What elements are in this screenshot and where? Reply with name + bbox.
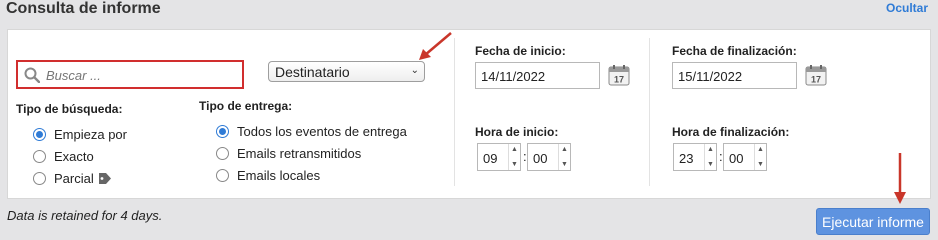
chevron-down-icon: ⌄ xyxy=(410,65,419,76)
search-type-option-starts-with[interactable]: Empieza por xyxy=(33,127,127,142)
recipient-select[interactable]: Destinatario ⌄ xyxy=(268,61,425,82)
search-icon xyxy=(24,67,40,83)
search-type-option-exact[interactable]: Exacto xyxy=(33,149,94,164)
search-field[interactable] xyxy=(16,60,244,89)
start-minute-stepper[interactable]: 00 ▲ ▼ xyxy=(527,143,571,171)
recipient-select-value: Destinatario xyxy=(275,64,350,80)
start-date-input[interactable]: 14/11/2022 xyxy=(475,62,600,89)
radio-button[interactable] xyxy=(33,128,46,141)
radio-button[interactable] xyxy=(216,147,229,160)
calendar-icon[interactable]: 17 xyxy=(608,64,630,86)
search-type-label: Tipo de búsqueda: xyxy=(16,102,123,116)
calendar-day: 17 xyxy=(614,75,624,85)
radio-label: Emails locales xyxy=(237,168,321,183)
search-type-option-partial[interactable]: Parcial xyxy=(33,171,112,186)
radio-label: Todos los eventos de entrega xyxy=(237,124,407,139)
delivery-type-option-all[interactable]: Todos los eventos de entrega xyxy=(216,124,407,139)
chevron-down-icon[interactable]: ▼ xyxy=(757,161,764,168)
radio-label: Parcial xyxy=(54,171,94,186)
chevron-up-icon[interactable]: ▲ xyxy=(511,146,518,153)
radio-button[interactable] xyxy=(33,150,46,163)
spinner[interactable]: ▲ ▼ xyxy=(558,144,570,170)
calendar-icon[interactable]: 17 xyxy=(805,64,827,86)
radio-label: Emails retransmitidos xyxy=(237,146,362,161)
annotation-arrow-icon xyxy=(419,32,452,60)
radio-button[interactable] xyxy=(216,125,229,138)
radio-button[interactable] xyxy=(33,172,46,185)
page-title: Consulta de informe xyxy=(6,0,161,17)
start-time-label: Hora de inicio: xyxy=(475,125,559,139)
radio-label: Empieza por xyxy=(54,127,127,142)
chevron-up-icon[interactable]: ▲ xyxy=(707,146,714,153)
tag-icon[interactable] xyxy=(98,172,112,185)
radio-button[interactable] xyxy=(216,169,229,182)
start-hour-value: 09 xyxy=(483,151,498,166)
divider xyxy=(649,38,650,186)
delivery-type-label: Tipo de entrega: xyxy=(199,99,293,113)
hide-link[interactable]: Ocultar xyxy=(886,1,928,15)
delivery-type-option-local[interactable]: Emails locales xyxy=(216,168,320,183)
delivery-type-option-relayed[interactable]: Emails retransmitidos xyxy=(216,146,361,161)
calendar-day: 17 xyxy=(811,75,821,85)
radio-label: Exacto xyxy=(54,149,94,164)
end-date-label: Fecha de finalización: xyxy=(672,44,797,58)
spinner[interactable]: ▲ ▼ xyxy=(754,144,766,170)
end-minute-stepper[interactable]: 00 ▲ ▼ xyxy=(723,143,767,171)
chevron-down-icon[interactable]: ▼ xyxy=(561,161,568,168)
run-report-button[interactable]: Ejecutar informe xyxy=(816,208,930,235)
start-hour-stepper[interactable]: 09 ▲ ▼ xyxy=(477,143,521,171)
end-minute-value: 00 xyxy=(729,151,744,166)
end-hour-value: 23 xyxy=(679,151,694,166)
retention-note: Data is retained for 4 days. xyxy=(7,208,163,223)
report-query-panel: Destinatario ⌄ Tipo de búsqueda: Empieza… xyxy=(7,29,931,199)
chevron-down-icon[interactable]: ▼ xyxy=(511,161,518,168)
end-hour-stepper[interactable]: 23 ▲ ▼ xyxy=(673,143,717,171)
end-time-label: Hora de finalización: xyxy=(672,125,790,139)
spinner[interactable]: ▲ ▼ xyxy=(704,144,716,170)
spinner[interactable]: ▲ ▼ xyxy=(508,144,520,170)
end-date-input[interactable]: 15/11/2022 xyxy=(672,62,797,89)
start-date-label: Fecha de inicio: xyxy=(475,44,566,58)
annotation-arrow-icon xyxy=(894,153,906,204)
chevron-up-icon[interactable]: ▲ xyxy=(561,146,568,153)
chevron-down-icon[interactable]: ▼ xyxy=(707,161,714,168)
search-input[interactable] xyxy=(46,65,236,85)
start-minute-value: 00 xyxy=(533,151,548,166)
chevron-up-icon[interactable]: ▲ xyxy=(757,146,764,153)
